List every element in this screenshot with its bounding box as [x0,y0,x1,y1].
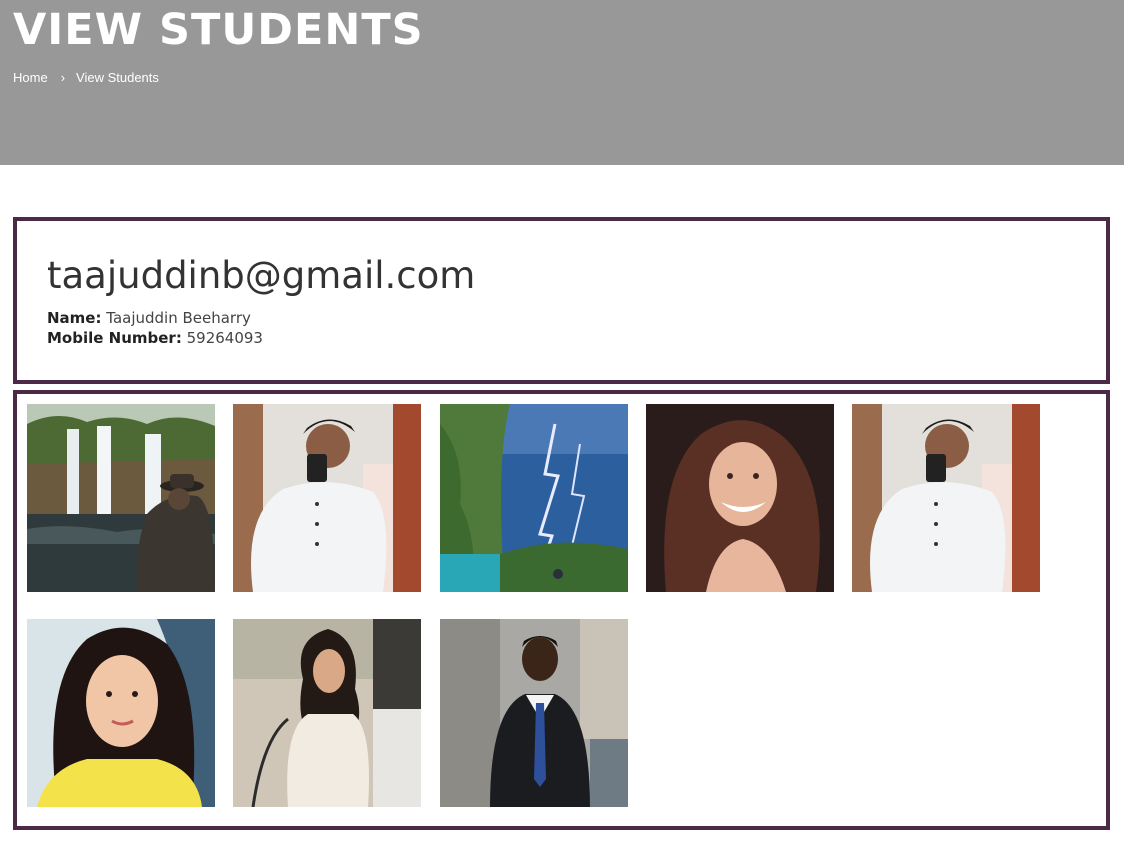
breadcrumb-current: View Students [76,70,159,85]
student-name-row: Name: Taajuddin Beeharry [47,308,251,328]
mobile-label: Mobile Number: [47,329,182,347]
page-title: VIEW STUDENTS [13,5,424,55]
page-header: VIEW STUDENTS Home › View Students [0,0,1124,165]
gallery-photo-waterfall[interactable] [27,404,215,592]
photo-gallery [13,390,1110,830]
student-email: taajuddinb@gmail.com [47,254,476,297]
gallery-photo-smiling-woman[interactable] [646,404,834,592]
gallery-photo-man-selfie[interactable] [233,404,421,592]
student-profile-card: taajuddinb@gmail.com Name: Taajuddin Bee… [13,217,1110,384]
student-mobile-row: Mobile Number: 59264093 [47,328,263,348]
gallery-photo-woman-yellow-top[interactable] [27,619,215,807]
student-mobile: 59264093 [186,329,263,347]
gallery-photo-lightning-landscape[interactable] [440,404,628,592]
gallery-photo-man-selfie-2[interactable] [852,404,1040,592]
gallery-photo-man-in-suit[interactable] [440,619,628,807]
breadcrumb-separator-icon: › [60,70,66,85]
breadcrumb-home-link[interactable]: Home [13,70,48,85]
student-name: Taajuddin Beeharry [106,309,251,327]
gallery-photo-woman-sweater[interactable] [233,619,421,807]
name-label: Name: [47,309,102,327]
breadcrumb: Home › View Students [13,70,159,85]
